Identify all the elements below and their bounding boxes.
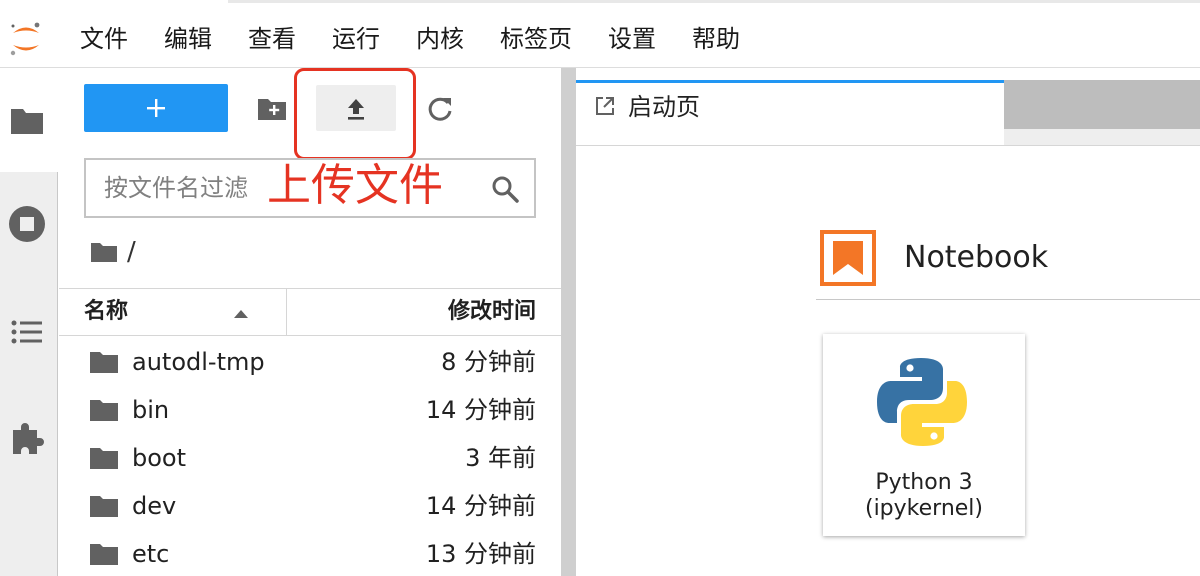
folder-icon <box>90 400 118 421</box>
kernel-name: Python 3 <box>875 470 973 495</box>
file-row[interactable]: boot 3 年前 <box>59 434 561 482</box>
upload-button[interactable] <box>316 85 396 131</box>
tab-bar-empty <box>1004 80 1200 129</box>
kernel-subtitle: (ipykernel) <box>864 496 983 521</box>
sort-ascending-icon <box>234 310 248 318</box>
tab-bar-gap <box>576 68 1200 80</box>
breadcrumb-path[interactable]: / <box>127 237 136 267</box>
list-icon[interactable] <box>7 312 47 352</box>
file-modified: 3 年前 <box>465 444 536 472</box>
notebook-icon <box>820 230 876 286</box>
tab-label: 启动页 <box>628 93 700 121</box>
folder-icon[interactable] <box>89 240 119 264</box>
python-logo-icon <box>877 358 967 446</box>
folder-icon <box>90 544 118 565</box>
window-top-strip <box>0 0 1200 10</box>
puzzle-icon[interactable] <box>7 418 47 458</box>
column-name[interactable]: 名称 <box>59 289 287 335</box>
file-name: bin <box>132 396 170 424</box>
filter-input[interactable] <box>86 160 276 216</box>
launcher-icon <box>596 97 614 115</box>
file-list-header: 名称 修改时间 <box>59 288 561 336</box>
main-area: 启动页 Notebook Python 3 (ipykernel) <box>576 68 1200 576</box>
stop-circle-icon[interactable] <box>7 204 47 244</box>
file-row[interactable]: autodl-tmp 8 分钟前 <box>59 338 561 386</box>
left-sidebar-rail <box>0 68 58 576</box>
menu-settings[interactable]: 设置 <box>590 10 674 68</box>
plus-icon <box>147 99 165 117</box>
file-row[interactable]: bin 14 分钟前 <box>59 386 561 434</box>
menu-view[interactable]: 查看 <box>230 10 314 68</box>
tab-bar: 启动页 <box>576 68 1200 146</box>
file-name: autodl-tmp <box>132 348 265 376</box>
tab-launcher[interactable]: 启动页 <box>576 80 1004 146</box>
file-name: boot <box>132 444 187 472</box>
section-divider <box>816 299 1200 300</box>
kernel-card-python3[interactable]: Python 3 (ipykernel) <box>823 334 1025 536</box>
section-title: Notebook <box>904 240 1049 275</box>
column-name-label: 名称 <box>84 299 129 324</box>
folder-icon <box>90 448 118 469</box>
tab-bar-border <box>576 145 1200 146</box>
menu-help[interactable]: 帮助 <box>674 10 758 68</box>
menu-tabs[interactable]: 标签页 <box>482 10 590 68</box>
menu-file[interactable]: 文件 <box>62 10 146 68</box>
folder-icon[interactable] <box>7 100 47 140</box>
column-modified-label: 修改时间 <box>447 299 536 324</box>
new-folder-icon[interactable] <box>255 92 289 126</box>
file-name: dev <box>132 492 177 520</box>
upload-icon <box>348 99 364 120</box>
column-modified[interactable]: 修改时间 <box>287 289 561 335</box>
menu-items: 文件 编辑 查看 运行 内核 标签页 设置 帮助 <box>62 10 758 68</box>
folder-icon <box>90 352 118 373</box>
file-row[interactable]: dev 14 分钟前 <box>59 482 561 530</box>
search-icon <box>492 176 519 203</box>
file-modified: 14 分钟前 <box>425 396 536 424</box>
annotation-label: 上传文件 <box>267 160 443 211</box>
menu-edit[interactable]: 编辑 <box>146 10 230 68</box>
menu-run[interactable]: 运行 <box>314 10 398 68</box>
file-modified: 13 分钟前 <box>425 540 536 568</box>
menu-bar: 文件 编辑 查看 运行 内核 标签页 设置 帮助 <box>0 10 1200 68</box>
file-modified: 8 分钟前 <box>441 348 536 376</box>
panel-splitter[interactable] <box>561 68 576 576</box>
folder-icon <box>90 496 118 517</box>
file-name: etc <box>132 540 170 568</box>
file-browser-panel: 上传文件 / 名称 修改时间 autodl-tmp 8 分钟前 bin 14 分… <box>59 68 561 576</box>
new-launcher-button[interactable] <box>84 84 228 132</box>
jupyter-logo-icon <box>10 22 40 56</box>
file-modified: 14 分钟前 <box>425 492 536 520</box>
breadcrumb: / <box>89 236 136 268</box>
menu-kernel[interactable]: 内核 <box>398 10 482 68</box>
refresh-icon[interactable] <box>425 94 455 124</box>
top-strip-line <box>228 0 1200 3</box>
file-row[interactable]: etc 13 分钟前 <box>59 530 561 576</box>
